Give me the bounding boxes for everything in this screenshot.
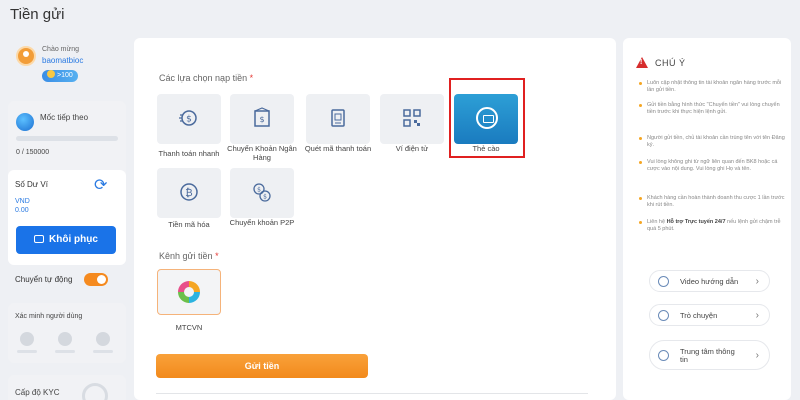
user-card: Chào mừng baomatbioc >100: [8, 38, 126, 93]
option-p2p-transfer-label: Chuyển khoản P2P: [229, 218, 295, 227]
video-icon: [658, 276, 669, 287]
restore-button[interactable]: Khôi phục: [16, 226, 116, 254]
note-support: Liên hệ Hỗ trợ Trực tuyến 24/7 nếu lệnh …: [639, 219, 785, 233]
balance-amount: 0.00: [15, 207, 29, 214]
option-scan-code[interactable]: [306, 94, 370, 144]
option-bank-transfer-label: Chuyển Khoản Ngân Hàng: [227, 144, 297, 162]
p2p-transfer-icon: $$: [253, 183, 271, 202]
balance-label: Số Dư Ví: [15, 180, 48, 189]
chevron-right-icon: ›: [755, 350, 759, 361]
id-verify-icon[interactable]: [96, 332, 110, 346]
vip-badge-label: >100: [57, 72, 73, 79]
email-verify-icon[interactable]: [58, 332, 72, 346]
notes-title: CHÚ Ý: [655, 58, 686, 68]
kyc-level-ring: [82, 383, 108, 400]
verification-label: Xác minh người dùng: [15, 313, 83, 320]
info-center-link[interactable]: Trung tâm thông tin ›: [649, 340, 770, 370]
phone-verify-icon[interactable]: [20, 332, 34, 346]
level-label: Mốc tiếp theo: [40, 113, 89, 122]
wallet-icon: [34, 235, 45, 243]
coin-icon: [47, 70, 55, 78]
note-item: Vui lòng không ghi từ ngữ liên quan đến …: [639, 159, 785, 173]
chat-link[interactable]: Trò chuyện ›: [649, 304, 770, 326]
svg-text:$: $: [263, 194, 267, 201]
fast-payment-icon: $: [179, 110, 197, 126]
option-p2p-transfer[interactable]: $ $: [230, 168, 294, 218]
svg-text:$: $: [186, 115, 192, 125]
avatar[interactable]: [16, 46, 36, 66]
info-center-label: Trung tâm thông tin: [680, 347, 735, 364]
level-progress-text: 0 / 150000: [16, 149, 50, 156]
note-item: Luôn cập nhật thông tin tài khoản ngân h…: [639, 80, 785, 94]
vip-badge[interactable]: >100: [42, 70, 78, 82]
note-item: Người gửi tiền, chủ tài khoản cần trùng …: [639, 135, 785, 149]
username[interactable]: baomatbioc: [42, 56, 83, 65]
option-fast-payment[interactable]: $: [157, 94, 221, 144]
option-fast-payment-label: Thanh toán nhanh: [158, 149, 220, 158]
option-e-wallet-label: Ví điện tử: [395, 144, 429, 153]
note-item: Gửi tiền bằng hình thức "Chuyển tiền" vu…: [639, 102, 785, 116]
info-center-icon: [658, 350, 669, 361]
selected-option-highlight: [449, 78, 525, 158]
balance-card: Số Dư Ví ⟳ VND 0.00 Khôi phục: [8, 170, 126, 265]
auto-transfer-toggle[interactable]: [84, 273, 108, 286]
option-bank-transfer[interactable]: $: [230, 94, 294, 144]
deposit-submit-button[interactable]: Gửi tiền: [156, 354, 368, 378]
divider: [156, 393, 588, 394]
video-guide-link[interactable]: Video hướng dẫn ›: [649, 270, 770, 292]
sidebar: Chào mừng baomatbioc >100 Mốc tiếp theo …: [8, 38, 126, 400]
mtcvn-logo: [178, 281, 200, 303]
chat-label: Trò chuyện: [680, 311, 718, 320]
verification-card: Xác minh người dùng: [8, 303, 126, 363]
channel-mtcvn[interactable]: [157, 269, 221, 315]
page-title: Tiền gửi: [10, 6, 65, 23]
note-item: Khách hàng cần hoàn thành doanh thu cược…: [639, 195, 785, 209]
warning-icon: [636, 57, 648, 68]
option-crypto[interactable]: ₿: [157, 168, 221, 218]
svg-text:$: $: [257, 187, 261, 194]
video-guide-label: Video hướng dẫn: [680, 277, 739, 286]
scan-code-icon: [331, 109, 345, 127]
option-crypto-label: Tiền mã hóa: [168, 220, 210, 229]
support-link[interactable]: Hỗ trợ Trực tuyến 24/7: [667, 219, 726, 225]
notes-panel: CHÚ Ý Luôn cập nhật thông tin tài khoản …: [623, 38, 791, 400]
restore-button-label: Khôi phục: [49, 234, 98, 245]
crypto-icon: ₿: [180, 183, 198, 201]
kyc-card: Cấp độ KYC: [8, 375, 126, 400]
auto-transfer-row: Chuyển tự động: [8, 268, 126, 292]
auto-transfer-label: Chuyển tự động: [15, 275, 73, 284]
chevron-right-icon: ›: [755, 310, 759, 321]
kyc-label: Cấp độ KYC: [15, 388, 60, 397]
chat-icon: [658, 310, 669, 321]
deposit-panel: [134, 38, 616, 400]
qr-wallet-icon: [403, 109, 421, 127]
svg-text:₿: ₿: [185, 187, 192, 199]
refresh-icon[interactable]: ⟳: [94, 178, 110, 194]
currency-label: VND: [15, 198, 30, 205]
bank-transfer-icon: $: [254, 107, 270, 127]
level-progress-bar: [16, 136, 118, 141]
svg-text:$: $: [259, 115, 264, 124]
channel-label: Kênh gửi tiền *: [159, 251, 219, 261]
option-e-wallet[interactable]: [380, 94, 444, 144]
chevron-right-icon: ›: [755, 276, 759, 287]
channel-mtcvn-label: MTCVN: [175, 323, 203, 332]
option-scan-code-label: Quét mã thanh toán: [304, 144, 372, 153]
deposit-options-label: Các lựa chọn nạp tiền *: [159, 73, 254, 83]
globe-icon: [16, 113, 34, 131]
greeting-text: Chào mừng: [42, 46, 79, 53]
